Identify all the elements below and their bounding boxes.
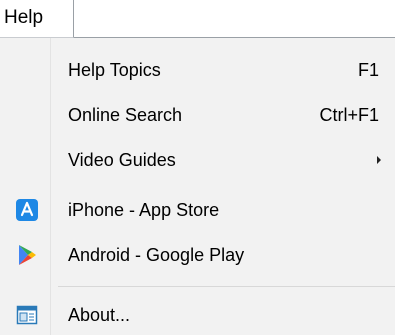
about-window-icon — [16, 304, 38, 326]
menu-item-iphone-app-store[interactable]: iPhone - App Store — [0, 190, 395, 230]
menu-item-online-search[interactable]: Online Search Ctrl+F1 — [0, 95, 395, 135]
menu-separator — [58, 286, 395, 287]
help-dropdown-menu: Help Topics F1 Online Search Ctrl+F1 Vid… — [0, 38, 395, 335]
menu-bar: Help — [0, 0, 395, 38]
menu-item-video-guides[interactable]: Video Guides — [0, 140, 395, 180]
help-menu-tab[interactable]: Help — [0, 0, 74, 38]
menu-item-about[interactable]: About... — [0, 295, 395, 335]
submenu-arrow-icon — [377, 156, 381, 164]
menu-item-label: Video Guides — [68, 150, 176, 170]
menu-item-label: iPhone - App Store — [68, 200, 220, 220]
app-store-icon — [16, 199, 38, 221]
menu-item-shortcut: Ctrl+F1 — [319, 105, 379, 125]
menu-item-shortcut: F1 — [357, 60, 379, 80]
menu-item-help-topics[interactable]: Help Topics F1 — [0, 50, 395, 90]
google-play-icon — [16, 244, 38, 266]
menu-item-android-google-play[interactable]: Android - Google Play — [0, 235, 395, 275]
help-menu-label: Help — [4, 7, 44, 28]
menu-item-label: Android - Google Play — [68, 245, 245, 265]
menu-item-label: About... — [68, 305, 131, 325]
menu-item-label: Online Search — [68, 105, 183, 125]
menu-item-label: Help Topics — [68, 60, 161, 80]
